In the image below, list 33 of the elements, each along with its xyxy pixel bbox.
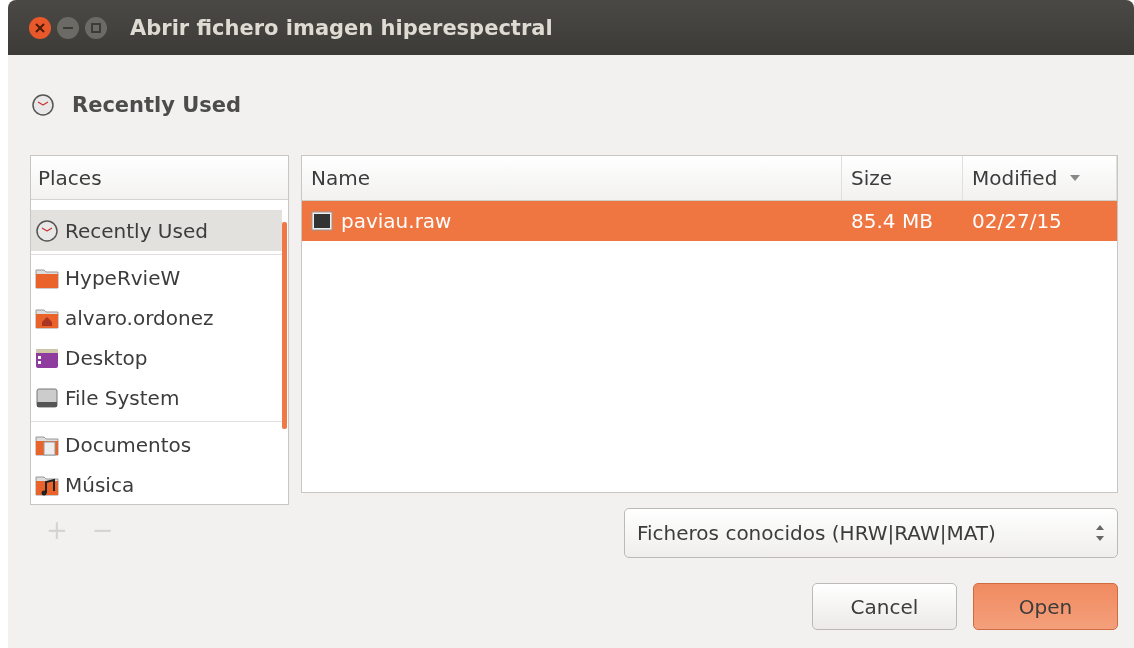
hard-drive-icon: [35, 387, 59, 409]
spin-arrows-icon: [1095, 523, 1105, 543]
place-item[interactable]: Recently Used: [31, 211, 282, 251]
window-title: Abrir fichero imagen hiperespectral: [130, 15, 553, 40]
file-name: paviau.raw: [341, 209, 452, 233]
file-icon: [311, 211, 333, 231]
clock-icon: [35, 219, 59, 243]
file-type-dropdown[interactable]: Ficheros conocidos (HRW|RAW|MAT): [624, 508, 1118, 558]
place-item[interactable]: HypeRvieW: [31, 258, 282, 298]
scrollbar-thumb[interactable]: [282, 222, 287, 429]
minimize-icon[interactable]: [56, 15, 80, 40]
place-item[interactable]: Documentos: [31, 425, 282, 465]
open-button[interactable]: Open: [973, 583, 1118, 630]
file-date: 02/27/15: [972, 209, 1062, 233]
location-label: Recently Used: [72, 93, 242, 117]
cancel-button[interactable]: Cancel: [812, 583, 957, 630]
sort-arrow-icon: [1069, 174, 1082, 182]
place-item[interactable]: Desktop: [31, 338, 282, 378]
desktop-icon: [35, 347, 59, 369]
music-folder-icon: [35, 474, 59, 496]
column-header[interactable]: Modified: [963, 156, 1117, 200]
place-item[interactable]: File System: [31, 378, 282, 418]
documents-folder-icon: [35, 434, 59, 456]
file-size: 85.4 MB: [851, 209, 933, 233]
place-item[interactable]: Música: [31, 465, 282, 504]
clock-icon: [32, 94, 54, 116]
column-header[interactable]: Size: [842, 156, 963, 200]
column-header[interactable]: Name: [302, 156, 842, 200]
close-icon[interactable]: [28, 15, 52, 40]
folder-icon: [35, 267, 59, 289]
place-item[interactable]: alvaro.ordonez: [31, 298, 282, 338]
home-folder-icon: [35, 307, 59, 329]
maximize-icon[interactable]: [84, 15, 108, 40]
